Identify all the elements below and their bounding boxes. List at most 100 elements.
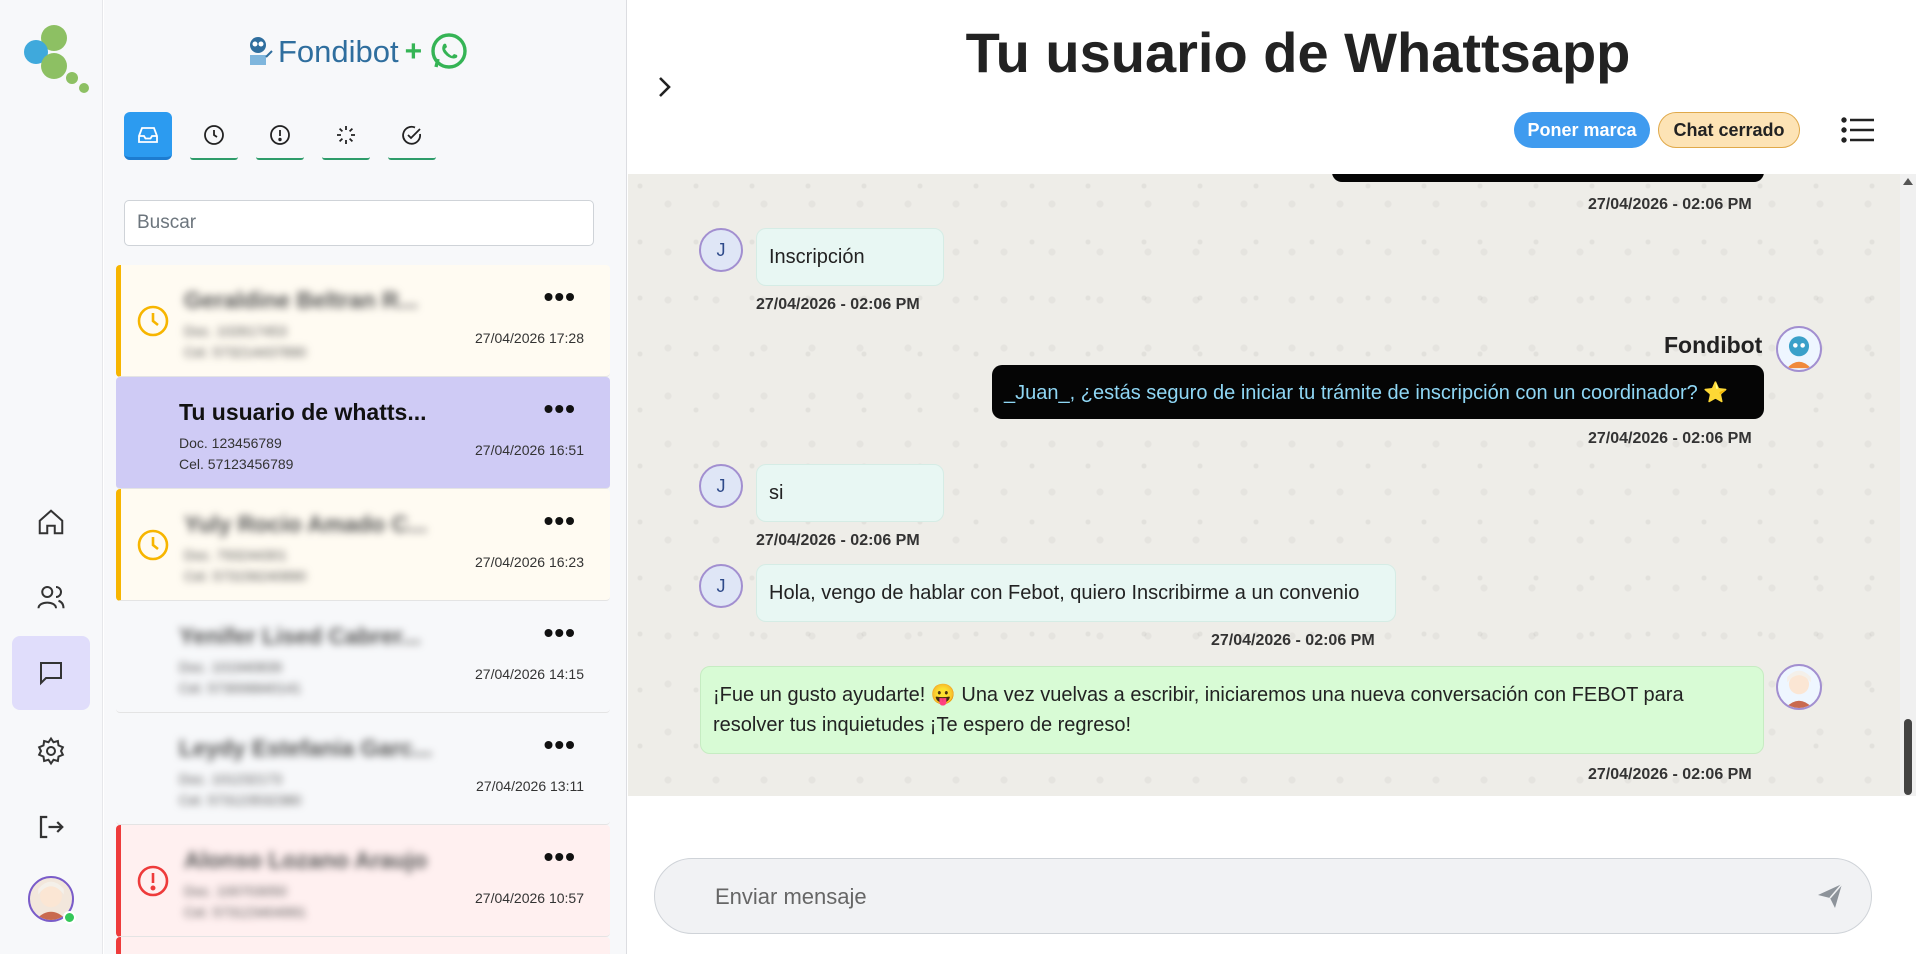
message-timestamp: 27/04/2026 - 02:06 PM — [756, 532, 920, 549]
conversation-item[interactable]: Yuly Rocio Amado C... Doc. 793244301 Cel… — [116, 489, 610, 601]
more-options-button[interactable]: ••• — [544, 841, 576, 873]
bot-avatar — [1776, 326, 1822, 372]
contact-name: Yenifer Lised Cabrer... — [179, 623, 421, 649]
contact-name: Yuly Rocio Amado C... — [184, 511, 428, 537]
send-icon[interactable] — [1815, 881, 1845, 911]
message-timestamp: 27/04/2026 - 02:06 PM — [756, 296, 920, 313]
message-bubble-user: Hola, vengo de hablar con Febot, quiero … — [756, 564, 1396, 622]
more-options-button[interactable]: ••• — [544, 505, 576, 537]
contact-name: Geraldine Beltran R... — [184, 287, 418, 313]
conversation-item[interactable] — [116, 937, 610, 954]
contact-phone: Cel. 573006840141 — [179, 680, 302, 696]
clock-icon — [137, 529, 169, 561]
inbox-icon — [138, 126, 158, 143]
message-bubble-user: Inscripción — [756, 228, 944, 286]
robot-icon — [250, 37, 273, 65]
brand-logo: Fondibot + — [244, 28, 470, 76]
contact-phone: Cel. 57123456789 — [179, 456, 294, 472]
contact-name: Alonso Lozano Araujo — [184, 847, 428, 873]
alert-icon — [137, 865, 169, 897]
filter-resolved[interactable] — [388, 112, 436, 160]
user-avatar[interactable] — [28, 876, 76, 924]
message-timestamp: 27/04/2026 - 02:06 PM — [1211, 632, 1375, 649]
message-composer — [654, 858, 1872, 934]
message-bubble-bot — [1332, 174, 1764, 182]
more-options-button[interactable]: ••• — [544, 393, 576, 425]
contact-phone: Cel. 573214437890 — [184, 344, 307, 360]
settings-button[interactable] — [12, 714, 90, 788]
filter-inbox[interactable] — [124, 112, 172, 160]
conversation-date: 27/04/2026 10:57 — [475, 890, 584, 906]
clock-icon — [204, 125, 224, 145]
contact-phone: Cel. 573123404991 — [184, 904, 307, 920]
scrollbar-thumb[interactable] — [1904, 719, 1912, 795]
search-input[interactable] — [124, 200, 594, 246]
chat-button[interactable] — [12, 636, 90, 710]
chat-icon — [40, 662, 62, 686]
left-rail — [0, 0, 103, 954]
home-button[interactable] — [12, 485, 90, 559]
users-button[interactable] — [12, 560, 90, 634]
whatsapp-icon — [431, 33, 467, 69]
filter-tabs — [124, 112, 436, 160]
scroll-up-icon[interactable] — [1903, 178, 1913, 185]
mark-button[interactable]: Poner marca — [1514, 112, 1650, 148]
list-menu-icon[interactable] — [1840, 114, 1876, 146]
home-icon — [38, 509, 64, 535]
brand-plus: + — [404, 35, 423, 68]
app-logo[interactable] — [16, 18, 92, 94]
app: Fondibot + Geraldine — [0, 0, 1916, 954]
contact-doc: Doc. 102617453 — [184, 323, 287, 339]
contact-doc: Doc. 101940839 — [179, 659, 282, 675]
logout-icon — [39, 815, 64, 839]
sender-name: Fondibot — [1664, 332, 1763, 358]
conversation-item-selected[interactable]: Tu usuario de whatts... Doc. 123456789 C… — [116, 377, 610, 489]
clock-icon — [137, 305, 169, 337]
conversation-item[interactable]: Leydy Estefania Garc... Doc. 101232173 C… — [116, 713, 610, 825]
message-bubble-bot: _Juan_, ¿estás seguro de iniciar tu trám… — [992, 365, 1764, 419]
online-status-dot — [63, 911, 76, 924]
message-timestamp: 27/04/2026 - 02:06 PM — [1588, 430, 1752, 447]
user-avatar: J — [699, 228, 743, 272]
message-bubble-user: si — [756, 464, 944, 522]
contact-name: Tu usuario de whatts... — [179, 399, 427, 425]
conversation-panel: Fondibot + Geraldine — [104, 0, 627, 954]
message-timestamp: 27/04/2026 - 02:06 PM — [1588, 766, 1752, 783]
conversation-date: 27/04/2026 17:28 — [475, 330, 584, 346]
conversation-item[interactable]: Alonso Lozano Araujo Doc. 100703050 Cel.… — [116, 825, 610, 937]
alert-icon — [270, 125, 290, 145]
contact-doc: Doc. 101232173 — [179, 771, 282, 787]
more-options-button[interactable]: ••• — [544, 729, 576, 761]
message-scrollbar[interactable] — [1900, 174, 1916, 796]
conversation-date: 27/04/2026 16:51 — [475, 442, 584, 458]
conversation-item[interactable]: Yenifer Lised Cabrer... Doc. 101940839 C… — [116, 601, 610, 713]
chat-title: Tu usuario de Whattsapp — [965, 21, 1631, 84]
more-options-button[interactable]: ••• — [544, 281, 576, 313]
more-options-button[interactable]: ••• — [544, 617, 576, 649]
user-avatar: J — [699, 464, 743, 508]
conversation-date: 27/04/2026 14:15 — [475, 666, 584, 682]
filter-in-progress[interactable] — [322, 112, 370, 160]
chat-area: Tu usuario de Whattsapp Poner marca Chat… — [628, 0, 1916, 954]
contact-name: Leydy Estefania Garc... — [179, 735, 433, 761]
contact-doc: Doc. 793244301 — [184, 547, 287, 563]
conversation-item[interactable]: Geraldine Beltran R... Doc. 102617453 Ce… — [116, 265, 610, 377]
contact-phone: Cel. 573156240890 — [184, 568, 307, 584]
logout-button[interactable] — [12, 790, 90, 864]
chat-status-badge: Chat cerrado — [1658, 112, 1800, 148]
filter-pending[interactable] — [190, 112, 238, 160]
conversation-list: Geraldine Beltran R... Doc. 102617453 Ce… — [116, 265, 610, 954]
conversation-date: 27/04/2026 13:11 — [476, 778, 584, 794]
contact-phone: Cel. 573123532380 — [179, 792, 302, 808]
conversation-date: 27/04/2026 16:23 — [475, 554, 584, 570]
filter-alert[interactable] — [256, 112, 304, 160]
contact-doc: Doc. 100703050 — [184, 883, 287, 899]
message-input[interactable] — [715, 877, 1775, 917]
check-circle-icon — [402, 125, 421, 145]
message-thread[interactable]: 27/04/2026 - 02:06 PM J Inscripción 27/0… — [628, 174, 1916, 796]
message-timestamp: 27/04/2026 - 02:06 PM — [1588, 196, 1752, 213]
message-bubble-agent: ¡Fue un gusto ayudarte! 😛 Una vez vuelva… — [700, 666, 1764, 754]
user-avatar: J — [699, 564, 743, 608]
users-icon — [37, 586, 65, 609]
contact-doc: Doc. 123456789 — [179, 435, 282, 451]
